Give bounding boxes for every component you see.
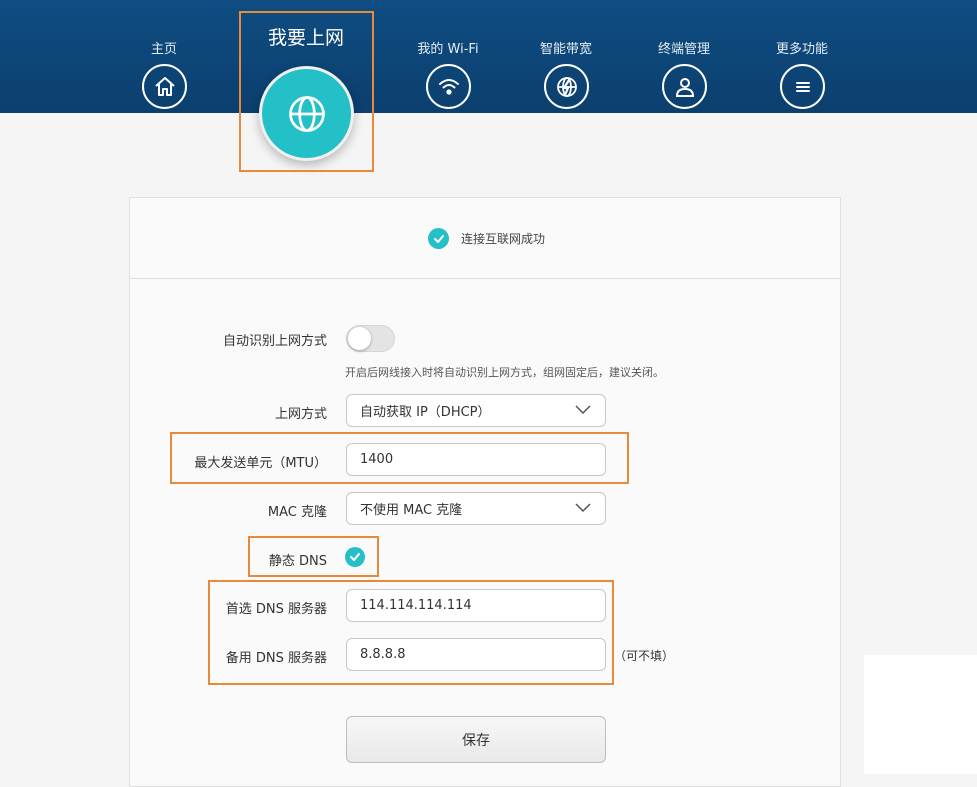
mode-label: 上网方式 xyxy=(274,407,327,422)
mtu-label: 最大发送单元（MTU） xyxy=(194,456,327,471)
nav-item-more[interactable]: 更多功能 xyxy=(747,0,857,113)
nav-item-bandwidth[interactable]: 智能带宽 xyxy=(511,0,621,113)
page-edge xyxy=(864,655,977,774)
mac-clone-label: MAC 克隆 xyxy=(267,505,327,520)
globe-icon[interactable] xyxy=(259,66,354,161)
mac-clone-select-value: 不使用 MAC 克隆 xyxy=(360,503,463,518)
top-nav: 主页 我的 Wi-Fi 智能带宽 终端管理 更多功能 我要上网 xyxy=(0,0,977,113)
panel-divider xyxy=(130,278,840,279)
mode-select[interactable]: 自动获取 IP（DHCP） xyxy=(346,394,606,427)
mac-clone-select[interactable]: 不使用 MAC 克隆 xyxy=(346,492,606,525)
home-icon xyxy=(142,64,187,109)
auto-detect-toggle[interactable] xyxy=(346,325,395,352)
auto-detect-label: 自动识别上网方式 xyxy=(222,334,327,349)
user-icon xyxy=(662,64,707,109)
secondary-dns-input[interactable]: 8.8.8.8 xyxy=(346,638,606,671)
chevron-down-icon xyxy=(575,503,591,513)
auto-detect-hint: 开启后网线接入时将自动识别上网方式，组网固定后，建议关闭。 xyxy=(345,366,664,379)
primary-dns-input[interactable]: 114.114.114.114 xyxy=(346,589,606,622)
secondary-dns-value: 8.8.8.8 xyxy=(360,647,406,662)
optional-note: （可不填） xyxy=(614,649,675,663)
mtu-input-value: 1400 xyxy=(360,452,394,467)
save-button[interactable]: 保存 xyxy=(346,716,606,763)
nav-label: 主页 xyxy=(150,42,177,57)
chevron-down-icon xyxy=(575,405,591,415)
bandwidth-globe-icon xyxy=(544,64,589,109)
nav-item-devices[interactable]: 终端管理 xyxy=(629,0,739,113)
primary-dns-label: 首选 DNS 服务器 xyxy=(225,602,327,617)
static-dns-checkbox[interactable] xyxy=(345,547,365,567)
nav-label: 我的 Wi-Fi xyxy=(417,42,479,57)
static-dns-label: 静态 DNS xyxy=(268,554,327,569)
nav-label: 更多功能 xyxy=(775,42,828,57)
success-check-icon xyxy=(428,228,449,249)
primary-dns-value: 114.114.114.114 xyxy=(360,598,472,613)
toggle-knob xyxy=(348,327,371,350)
nav-label: 智能带宽 xyxy=(539,42,592,57)
nav-active-label: 我要上网 xyxy=(267,27,344,49)
nav-item-home[interactable]: 主页 xyxy=(109,0,219,113)
wifi-icon xyxy=(426,64,471,109)
status-text: 连接互联网成功 xyxy=(461,232,546,246)
check-icon xyxy=(350,553,360,561)
nav-item-wifi[interactable]: 我的 Wi-Fi xyxy=(393,0,503,113)
nav-label: 终端管理 xyxy=(657,42,710,57)
mode-select-value: 自动获取 IP（DHCP） xyxy=(360,405,491,420)
connection-status: 连接互联网成功 xyxy=(428,228,545,249)
mtu-input[interactable]: 1400 xyxy=(346,443,606,476)
secondary-dns-label: 备用 DNS 服务器 xyxy=(225,651,327,666)
menu-icon xyxy=(780,64,825,109)
